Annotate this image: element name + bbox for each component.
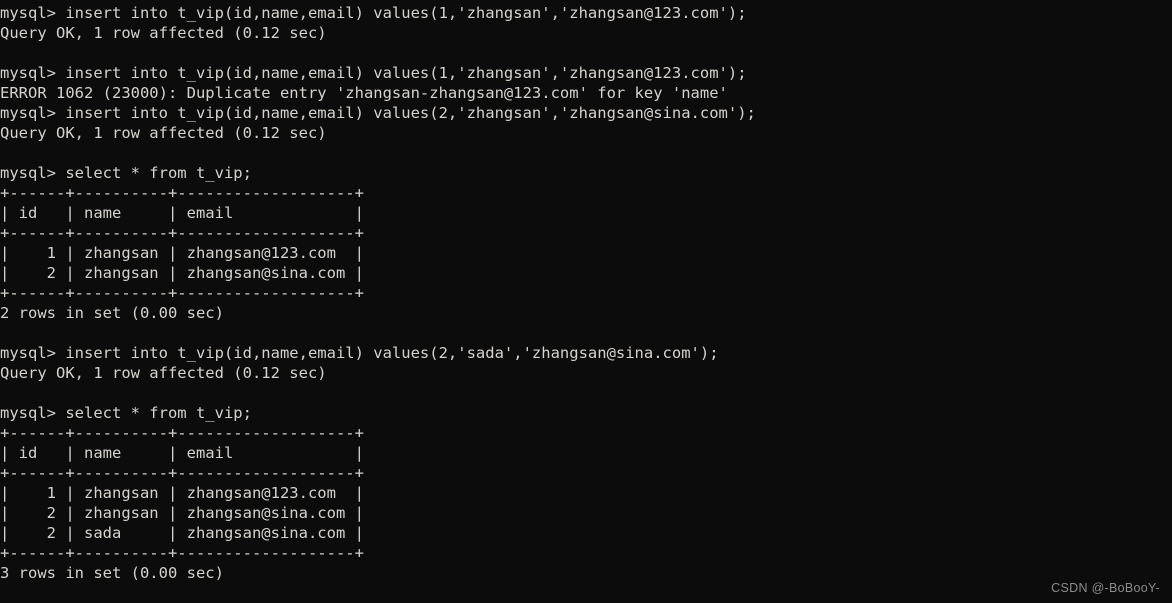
result-table-row: | 2 | zhangsan | zhangsan@sina.com | bbox=[0, 504, 364, 522]
result-table-border: +------+----------+-------------------+ bbox=[0, 464, 364, 482]
result-table-border: +------+----------+-------------------+ bbox=[0, 284, 364, 302]
terminal-line-error: ERROR 1062 (23000): Duplicate entry 'zha… bbox=[0, 84, 728, 102]
terminal-line: mysql> select * from t_vip; bbox=[0, 404, 252, 422]
terminal-line: mysql> insert into t_vip(id,name,email) … bbox=[0, 64, 747, 82]
result-table-header: | id | name | email | bbox=[0, 204, 364, 222]
terminal-line: Query OK, 1 row affected (0.12 sec) bbox=[0, 24, 327, 42]
result-table-row: | 1 | zhangsan | zhangsan@123.com | bbox=[0, 244, 364, 262]
result-table-row: | 1 | zhangsan | zhangsan@123.com | bbox=[0, 484, 364, 502]
result-table-header: | id | name | email | bbox=[0, 444, 364, 462]
result-table-row: | 2 | zhangsan | zhangsan@sina.com | bbox=[0, 264, 364, 282]
result-row-count: 3 rows in set (0.00 sec) bbox=[0, 564, 224, 582]
terminal-line: Query OK, 1 row affected (0.12 sec) bbox=[0, 364, 327, 382]
csdn-watermark: CSDN @-BoBooY- bbox=[1051, 581, 1160, 595]
terminal-line: mysql> insert into t_vip(id,name,email) … bbox=[0, 4, 747, 22]
terminal-line: mysql> insert into t_vip(id,name,email) … bbox=[0, 104, 756, 122]
result-table-border: +------+----------+-------------------+ bbox=[0, 184, 364, 202]
mysql-terminal-window[interactable]: mysql> insert into t_vip(id,name,email) … bbox=[0, 0, 1172, 603]
terminal-screen[interactable]: mysql> insert into t_vip(id,name,email) … bbox=[0, 3, 1172, 583]
result-table-border: +------+----------+-------------------+ bbox=[0, 224, 364, 242]
result-table-border: +------+----------+-------------------+ bbox=[0, 424, 364, 442]
result-table-border: +------+----------+-------------------+ bbox=[0, 544, 364, 562]
terminal-line: mysql> insert into t_vip(id,name,email) … bbox=[0, 344, 719, 362]
result-table-row: | 2 | sada | zhangsan@sina.com | bbox=[0, 524, 364, 542]
result-row-count: 2 rows in set (0.00 sec) bbox=[0, 304, 224, 322]
terminal-line: mysql> select * from t_vip; bbox=[0, 164, 252, 182]
terminal-line: Query OK, 1 row affected (0.12 sec) bbox=[0, 124, 327, 142]
